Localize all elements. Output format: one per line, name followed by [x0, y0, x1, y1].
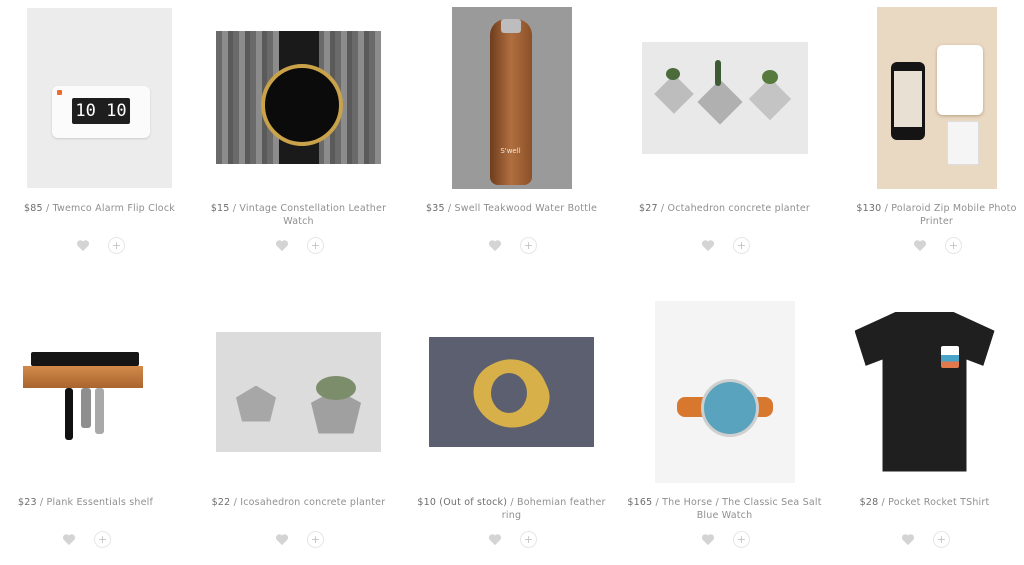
icosahedron-planter-photo	[216, 331, 381, 452]
plus-icon[interactable]: +	[733, 236, 750, 254]
heart-icon[interactable]	[486, 236, 504, 254]
product-caption[interactable]: $22 / Icosahedron concrete planter	[201, 496, 396, 509]
product-caption[interactable]: $23 / Plank Essentials shelf	[0, 496, 183, 509]
product-image[interactable]	[839, 0, 1024, 195]
heart-icon[interactable]	[74, 236, 92, 254]
heart-icon[interactable]	[911, 236, 929, 254]
product-card[interactable]: S'well $35 / Swell Teakwood Water Bottle…	[414, 0, 609, 260]
product-actions: +	[201, 236, 396, 254]
product-image[interactable]	[627, 0, 822, 195]
product-actions: +	[827, 530, 1022, 548]
plus-icon[interactable]: +	[520, 530, 537, 548]
product-image[interactable]	[0, 294, 183, 489]
plank-shelf-photo	[23, 331, 148, 452]
product-card[interactable]: $130 / Polaroid Zip Mobile Photo Printer…	[839, 0, 1024, 260]
product-caption[interactable]: $35 / Swell Teakwood Water Bottle	[414, 202, 609, 215]
product-card[interactable]: $23 / Plank Essentials shelf +	[0, 294, 183, 554]
octahedron-planter-photo	[641, 41, 808, 154]
plus-icon[interactable]: +	[94, 530, 111, 548]
product-card[interactable]: $27 / Octahedron concrete planter +	[627, 0, 822, 260]
product-image[interactable]	[627, 294, 822, 489]
heart-icon[interactable]	[486, 530, 504, 548]
product-actions: +	[414, 236, 609, 254]
product-image[interactable]: S'well	[414, 0, 609, 195]
product-caption[interactable]: $130 / Polaroid Zip Mobile Photo Printer	[839, 202, 1024, 228]
product-image[interactable]: 10 10	[2, 0, 197, 195]
plus-icon[interactable]: +	[945, 236, 962, 254]
water-bottle-photo: S'well	[451, 6, 572, 189]
product-card[interactable]: $15 / Vintage Constellation Leather Watc…	[201, 0, 396, 260]
product-caption[interactable]: $27 / Octahedron concrete planter	[627, 202, 822, 215]
tshirt-photo	[854, 311, 995, 472]
product-actions: +	[201, 530, 396, 548]
plus-icon[interactable]: +	[108, 236, 125, 254]
alarm-clock-photo: 10 10	[27, 7, 172, 188]
product-actions: +	[627, 236, 822, 254]
product-grid: 10 10 $85 / Twemco Alarm Flip Clock + $1…	[0, 0, 1024, 565]
product-actions: +	[0, 530, 183, 548]
product-image[interactable]	[201, 0, 396, 195]
product-caption[interactable]: $28 / Pocket Rocket TShirt	[827, 496, 1022, 509]
product-caption[interactable]: $85 / Twemco Alarm Flip Clock	[2, 202, 197, 215]
product-actions: +	[839, 236, 1024, 254]
clock-display: 10 10	[72, 97, 130, 124]
product-card[interactable]: $28 / Pocket Rocket TShirt +	[827, 294, 1022, 554]
product-actions: +	[2, 236, 197, 254]
plus-icon[interactable]: +	[307, 530, 324, 548]
product-card[interactable]: $10 (Out of stock) / Bohemian feather ri…	[414, 294, 609, 554]
heart-icon[interactable]	[699, 236, 717, 254]
product-card[interactable]: $22 / Icosahedron concrete planter +	[201, 294, 396, 554]
constellation-watch-photo	[216, 31, 381, 164]
heart-icon[interactable]	[60, 530, 78, 548]
product-image[interactable]	[414, 294, 609, 489]
heart-icon[interactable]	[699, 530, 717, 548]
blue-watch-photo	[654, 300, 795, 483]
heart-icon[interactable]	[273, 236, 291, 254]
product-caption[interactable]: $165 / The Horse / The Classic Sea Salt …	[627, 496, 822, 522]
product-card[interactable]: $165 / The Horse / The Classic Sea Salt …	[627, 294, 822, 554]
plus-icon[interactable]: +	[520, 236, 537, 254]
feather-ring-photo	[429, 336, 594, 447]
plus-icon[interactable]: +	[933, 530, 950, 548]
product-image[interactable]	[201, 294, 396, 489]
product-caption[interactable]: $10 (Out of stock) / Bohemian feather ri…	[414, 496, 609, 522]
bottle-brand-text: S'well	[500, 146, 521, 155]
product-actions: +	[627, 530, 822, 548]
product-card[interactable]: 10 10 $85 / Twemco Alarm Flip Clock +	[2, 0, 197, 260]
product-actions: +	[414, 530, 609, 548]
product-image[interactable]	[827, 294, 1022, 489]
heart-icon[interactable]	[273, 530, 291, 548]
product-caption[interactable]: $15 / Vintage Constellation Leather Watc…	[201, 202, 396, 228]
plus-icon[interactable]: +	[733, 530, 750, 548]
photo-printer-photo	[876, 6, 997, 189]
heart-icon[interactable]	[899, 530, 917, 548]
plus-icon[interactable]: +	[307, 236, 324, 254]
